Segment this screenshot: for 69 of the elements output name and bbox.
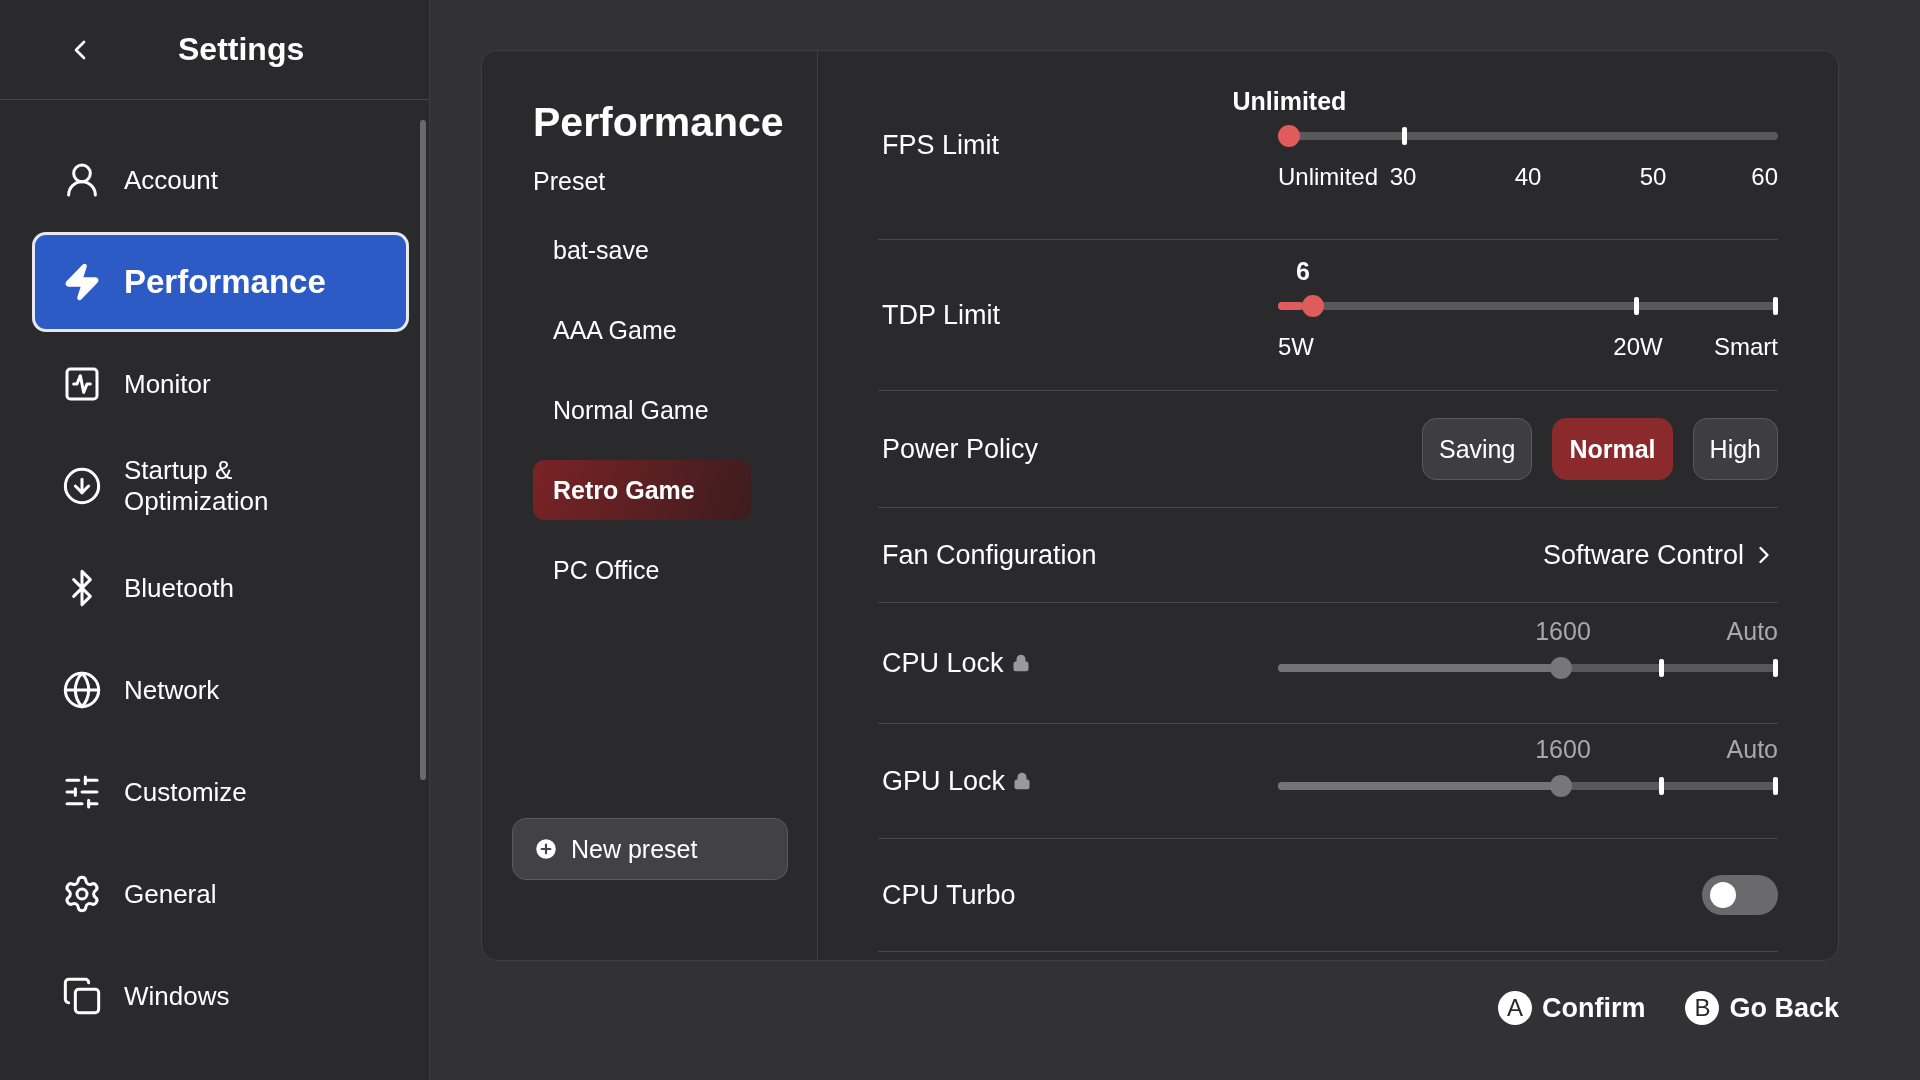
sidebar-item[interactable]: Account xyxy=(32,130,409,230)
slider-value: Unlimited xyxy=(1232,87,1347,116)
sidebar-item[interactable]: Windows xyxy=(32,946,409,1046)
sidebar-title: Settings xyxy=(178,31,305,68)
globe-icon xyxy=(62,670,102,710)
footer-button[interactable]: A Confirm xyxy=(1497,991,1646,1025)
tick-mark xyxy=(1773,659,1778,677)
slider-end-label: Auto xyxy=(1726,735,1778,764)
policy-option[interactable]: Normal xyxy=(1552,418,1673,480)
slider-thumb[interactable] xyxy=(1550,657,1573,679)
preset-item[interactable]: bat-save xyxy=(533,220,751,281)
slider-track[interactable] xyxy=(1278,125,1778,147)
panel-title: Performance xyxy=(533,98,784,147)
scale-label: Smart xyxy=(1714,333,1778,361)
key-badge: B xyxy=(1685,991,1720,1025)
tick-mark xyxy=(1659,777,1665,795)
settings-icon xyxy=(62,874,102,914)
sidebar-item[interactable]: Network xyxy=(32,640,409,740)
sidebar-item[interactable]: Monitor xyxy=(32,334,409,434)
slider-thumb[interactable] xyxy=(1278,125,1300,147)
preset-item[interactable]: PC Office xyxy=(533,540,751,601)
preset-item[interactable]: AAA Game xyxy=(533,300,751,361)
sidebar-item[interactable]: Performance xyxy=(32,232,409,332)
policy-option[interactable]: High xyxy=(1692,418,1778,480)
setting-label: TDP Limit xyxy=(882,299,1001,331)
slider-value: 6 xyxy=(1296,257,1310,286)
policy-option[interactable]: Saving xyxy=(1422,418,1533,480)
scale-label: 40 xyxy=(1514,163,1542,191)
slider-value: 1600 xyxy=(1535,735,1591,764)
scale-label: 20W xyxy=(1613,333,1663,361)
setting-label: GPU Lock xyxy=(882,765,1006,797)
setting-label: CPU Lock xyxy=(882,647,1004,679)
tick-mark xyxy=(1773,297,1778,315)
slider-value: 1600 xyxy=(1535,617,1591,646)
scale-label: 30 xyxy=(1389,163,1417,191)
tick-mark xyxy=(1773,777,1778,795)
sidebar-item[interactable]: Bluetooth xyxy=(32,538,409,638)
fan-config-link[interactable]: Software Control xyxy=(1542,539,1778,571)
new-preset-button[interactable]: New preset xyxy=(512,818,788,880)
tick-mark xyxy=(1401,127,1407,145)
slider-track[interactable] xyxy=(1278,775,1778,797)
toggle-switch[interactable] xyxy=(1702,875,1778,915)
download-icon xyxy=(62,466,102,506)
preset-item[interactable]: Normal Game xyxy=(533,380,751,441)
scale-label: Unlimited xyxy=(1278,163,1379,191)
tick-mark xyxy=(1634,297,1640,315)
slider-thumb[interactable] xyxy=(1301,295,1324,317)
key-badge: A xyxy=(1497,991,1532,1025)
slider-thumb[interactable] xyxy=(1550,775,1573,797)
setting-label: Power Policy xyxy=(882,433,1039,465)
scale-label: 60 xyxy=(1751,163,1778,191)
footer-button[interactable]: B Go Back xyxy=(1685,991,1839,1025)
plus-icon xyxy=(533,836,559,862)
sidebar-item[interactable]: General xyxy=(32,844,409,944)
sidebar-item[interactable]: Startup & Optimization xyxy=(32,436,409,536)
scrollbar[interactable] xyxy=(420,120,426,780)
sidebar-item[interactable]: Customize xyxy=(32,742,409,842)
slider-track[interactable] xyxy=(1278,657,1778,679)
setting-label: Fan Configuration xyxy=(882,539,1097,571)
scale-label: 5W xyxy=(1278,333,1314,361)
preset-heading: Preset xyxy=(533,167,607,197)
tick-mark xyxy=(1659,659,1665,677)
setting-label: CPU Turbo xyxy=(882,879,1016,911)
preset-item[interactable]: Retro Game xyxy=(533,460,751,521)
setting-label: FPS Limit xyxy=(882,129,1000,161)
windows-icon xyxy=(62,976,102,1016)
slider-end-label: Auto xyxy=(1726,617,1778,646)
slider-track[interactable] xyxy=(1278,295,1778,317)
scale-label: 50 xyxy=(1639,163,1667,191)
